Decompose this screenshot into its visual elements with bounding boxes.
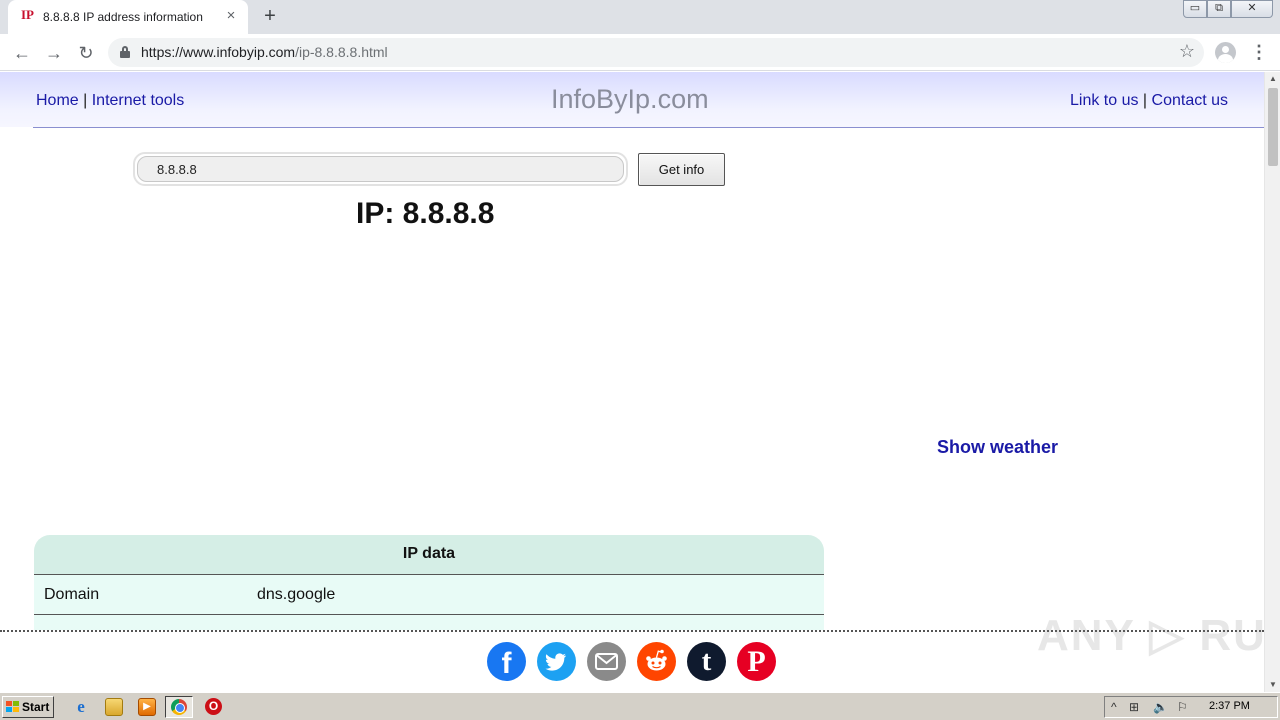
lock-icon[interactable] xyxy=(120,46,130,58)
system-tray: ^ ⊞ 🔈 ⚐ 2:37 PM xyxy=(1104,696,1278,718)
page-title: IP: 8.8.8.8 xyxy=(356,197,495,230)
reload-icon[interactable]: ↻ xyxy=(73,40,99,66)
tumblr-share-icon[interactable]: t xyxy=(687,642,726,681)
back-arrow-icon[interactable]: ← xyxy=(9,40,35,66)
page-viewport: Home | Internet tools InfoByIp.com Link … xyxy=(0,72,1264,692)
get-info-button[interactable]: Get info xyxy=(638,153,725,186)
windows-taskbar: Start e ▶ O ^ ⊞ 🔈 ⚐ 2:37 PM xyxy=(0,692,1280,720)
anyrun-watermark: ANY ▷ RUN xyxy=(1037,611,1280,660)
network-icon[interactable]: ⊞ xyxy=(1129,699,1139,715)
header-divider xyxy=(33,127,1264,128)
internet-explorer-icon[interactable]: e xyxy=(72,698,90,716)
action-center-flag-icon[interactable]: ⚐ xyxy=(1177,699,1188,715)
browser-menu-icon[interactable]: ⋮ xyxy=(1250,42,1268,62)
address-url[interactable]: https://www.infobyip.com/ip-8.8.8.8.html xyxy=(141,44,388,60)
nav-contact-us-link[interactable]: Contact us xyxy=(1152,92,1228,109)
tray-expand-icon[interactable]: ^ xyxy=(1111,699,1117,715)
url-host: https://www.infobyip.com xyxy=(141,44,296,60)
show-weather-link[interactable]: Show weather xyxy=(937,437,1058,458)
header-nav-left: Home | Internet tools xyxy=(36,92,184,110)
media-player-icon[interactable]: ▶ xyxy=(138,698,156,716)
scroll-up-arrow-icon[interactable]: ▲ xyxy=(1265,72,1280,86)
forward-arrow-icon[interactable]: → xyxy=(41,40,67,66)
scroll-down-arrow-icon[interactable]: ▼ xyxy=(1265,678,1280,692)
start-button[interactable]: Start xyxy=(2,696,54,718)
new-tab-button[interactable]: + xyxy=(258,5,282,29)
opera-icon[interactable]: O xyxy=(205,698,222,715)
address-bar[interactable]: https://www.infobyip.com/ip-8.8.8.8.html… xyxy=(108,38,1204,67)
window-maximize-button[interactable]: ⧉ xyxy=(1207,0,1231,18)
tab-strip: IP 8.8.8.8 IP address information × + ▭ … xyxy=(0,0,1280,34)
tab-title: 8.8.8.8 IP address information xyxy=(43,10,203,24)
nav-link-to-us-link[interactable]: Link to us xyxy=(1070,92,1138,109)
scroll-thumb[interactable] xyxy=(1268,88,1278,166)
facebook-share-icon[interactable]: f xyxy=(487,642,526,681)
bookmark-star-icon[interactable]: ☆ xyxy=(1179,41,1195,62)
url-path: /ip-8.8.8.8.html xyxy=(295,44,388,60)
volume-icon[interactable]: 🔈 xyxy=(1153,699,1168,715)
table-row: Domain dns.google xyxy=(34,575,824,615)
site-logo[interactable]: InfoByIp.com xyxy=(551,84,709,115)
header-nav-right: Link to us | Contact us xyxy=(1070,92,1228,110)
nav-home-link[interactable]: Home xyxy=(36,92,79,109)
pinterest-share-icon[interactable]: P xyxy=(737,642,776,681)
ip-data-table-header: IP data xyxy=(34,535,824,575)
window-minimize-button[interactable]: ▭ xyxy=(1183,0,1207,18)
nav-separator: | xyxy=(78,92,92,109)
ip-search-value[interactable]: 8.8.8.8 xyxy=(137,156,624,182)
nav-separator: | xyxy=(1138,92,1152,109)
file-explorer-icon[interactable] xyxy=(105,698,123,716)
windows-logo-icon xyxy=(6,701,19,713)
ip-search-input[interactable]: 8.8.8.8 xyxy=(133,152,628,186)
chrome-icon xyxy=(171,699,187,715)
browser-toolbar: ← → ↻ https://www.infobyip.com/ip-8.8.8.… xyxy=(0,34,1280,71)
site-favicon-icon: IP xyxy=(21,7,34,22)
table-row-key: Domain xyxy=(44,586,100,603)
nav-internet-tools-link[interactable]: Internet tools xyxy=(92,92,185,109)
email-share-icon[interactable] xyxy=(587,642,626,681)
chrome-taskbar-button[interactable] xyxy=(165,696,193,718)
tab-close-icon[interactable]: × xyxy=(222,7,240,25)
window-close-button[interactable]: ✕ xyxy=(1231,0,1273,18)
reddit-share-icon[interactable] xyxy=(637,642,676,681)
site-header: Home | Internet tools InfoByIp.com Link … xyxy=(0,72,1264,128)
tray-clock[interactable]: 2:37 PM xyxy=(1209,700,1250,712)
profile-avatar-icon[interactable] xyxy=(1215,42,1236,63)
table-row-value: dns.google xyxy=(257,586,336,603)
twitter-share-icon[interactable] xyxy=(537,642,576,681)
browser-tab[interactable]: IP 8.8.8.8 IP address information × xyxy=(8,0,248,34)
start-label: Start xyxy=(22,700,50,714)
page-scrollbar[interactable]: ▲ ▼ xyxy=(1264,72,1280,692)
